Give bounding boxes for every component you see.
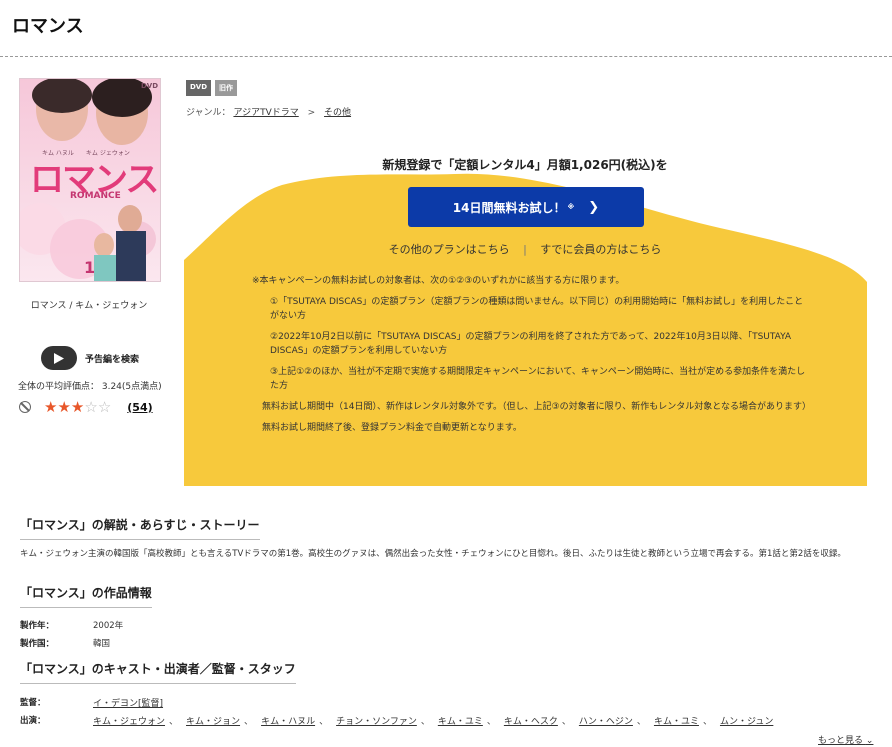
- synopsis-text: キム・ジェウォン主演の韓国版「高校教師」とも言えるTVドラマの第1巻。高校生のグ…: [20, 549, 846, 559]
- cast-comma: 、: [244, 717, 254, 727]
- campaign-note: ②2022年10月2日以前に「TSUTAYA DISCAS」の定額プランの利用を…: [270, 332, 792, 356]
- other-plans-link[interactable]: その他のプランはこちら: [389, 243, 510, 256]
- year-value: 2002年: [93, 621, 124, 631]
- cast-list: キム・ジェウォン、 キム・ジョン、 キム・ハヌル、 チョン・ソンファン、 キム・…: [93, 714, 773, 727]
- cast-member-link[interactable]: キム・ジョン: [186, 714, 240, 727]
- cast-member-link[interactable]: キム・ハヌル: [261, 714, 315, 727]
- director-link[interactable]: イ・デヨン[監督]: [93, 696, 163, 709]
- cast-label: 出演：: [20, 716, 46, 726]
- cast-member-link[interactable]: キム・ヘスク: [504, 714, 558, 727]
- country-label: 製作国：: [20, 639, 55, 649]
- campaign-note: 無料お試し期間中（14日間）、新作はレンタル対象外です。（但し、上記③の対象者に…: [262, 402, 811, 412]
- cast-comma: 、: [420, 717, 430, 727]
- cast-member-link[interactable]: キム・ユミ: [438, 714, 483, 727]
- cast-comma: 、: [636, 717, 646, 727]
- cast-member-link[interactable]: キム・ユミ: [654, 714, 699, 727]
- cast-member-link[interactable]: キム・ジェウォン: [93, 714, 165, 727]
- campaign-notes: ※本キャンペーンの無料お試しの対象者は、次の①②③のいずれかに該当する方に限りま…: [252, 274, 812, 442]
- synopsis-heading: 「ロマンス」の解説・あらすじ・ストーリー: [20, 516, 260, 540]
- campaign-note: 無料お試し期間終了後、登録プラン料金で自動更新となります。: [262, 423, 522, 433]
- campaign-note: ③上記①②のほか、当社が不定期で実施する期間限定キャンペーンにおいて、キャンペー…: [270, 367, 806, 391]
- free-trial-label: 14日間無料お試し！: [452, 200, 566, 215]
- link-divider: |: [523, 243, 527, 256]
- cast-comma: 、: [702, 717, 712, 727]
- plan-links: その他のプランはこちら | すでに会員の方はこちら: [184, 241, 866, 257]
- director-row: イ・デヨン[監督]: [93, 696, 163, 709]
- director-label: 監督：: [20, 698, 46, 708]
- member-login-link[interactable]: すでに会員の方はこちら: [540, 243, 661, 256]
- free-trial-note: ※: [567, 203, 575, 211]
- country-value: 韓国: [93, 639, 111, 649]
- cast-comma: 、: [319, 717, 329, 727]
- chevron-down-icon: ⌄: [865, 736, 874, 746]
- free-trial-button[interactable]: 14日間無料お試し！ ※ ❯: [408, 187, 644, 227]
- show-more-link[interactable]: もっと見る ⌄: [818, 733, 873, 746]
- cast-comma: 、: [169, 717, 179, 727]
- cast-member-link[interactable]: ハン・ヘジン: [579, 714, 633, 727]
- campaign-note: ①「TSUTAYA DISCAS」の定額プラン（定額プランの種類は問いません。以…: [270, 297, 804, 321]
- cast-member-link[interactable]: ムン・ジュン: [720, 714, 773, 727]
- show-more-label: もっと見る: [818, 736, 864, 746]
- year-label: 製作年：: [20, 621, 55, 631]
- info-heading: 「ロマンス」の作品情報: [20, 584, 152, 608]
- campaign-headline: 新規登録で「定額レンタル4」月額1,026円(税込)を: [382, 158, 668, 172]
- campaign-note: ※本キャンペーンの無料お試しの対象者は、次の①②③のいずれかに該当する方に限りま…: [252, 276, 625, 286]
- cast-member-link[interactable]: チョン・ソンファン: [336, 714, 417, 727]
- chevron-right-icon: ❯: [588, 199, 600, 215]
- cast-comma: 、: [486, 717, 496, 727]
- cast-heading: 「ロマンス」のキャスト・出演者／監督・スタッフ: [20, 660, 296, 684]
- cast-comma: 、: [561, 717, 571, 727]
